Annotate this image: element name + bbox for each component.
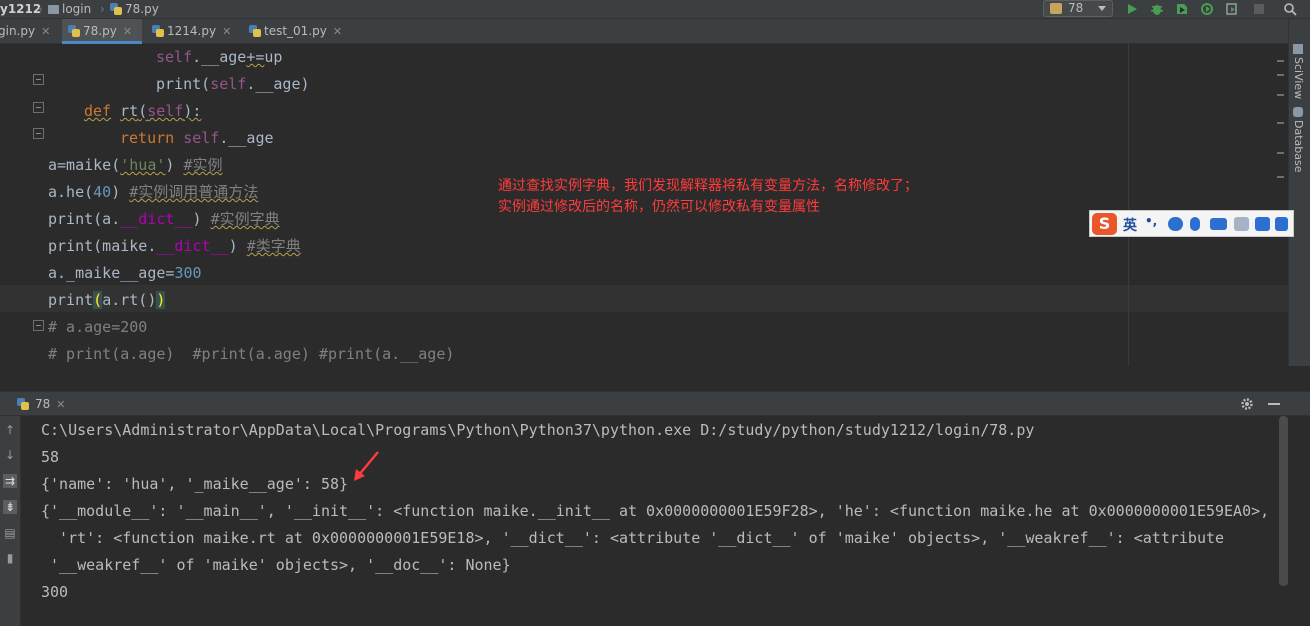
breadcrumb-file[interactable]: 78.py: [110, 2, 159, 16]
close-icon[interactable]: ✕: [123, 25, 132, 38]
skin-icon[interactable]: [1255, 217, 1270, 231]
stop-icon[interactable]: [1251, 1, 1267, 17]
close-icon[interactable]: ✕: [41, 25, 50, 38]
console-line: {'__module__': '__main__', '__init__': <…: [41, 502, 1270, 520]
search-icon[interactable]: [1282, 1, 1298, 17]
run-toolbar: ↑ ↓ ⇉ ⇟ ▤ ▮: [0, 416, 21, 626]
database-tool-button[interactable]: Database: [1292, 107, 1305, 173]
concurrency-icon[interactable]: [1224, 1, 1240, 17]
sciview-icon: [1293, 44, 1303, 54]
right-margin-guide: [1128, 44, 1129, 366]
tab-1214[interactable]: 1214.py ✕: [146, 19, 234, 44]
code-line: # print(a.age) #print(a.age) #print(a.__…: [48, 345, 455, 363]
editor-tab-bar: gin.py ✕ 78.py ✕ 1214.py ✕ test_01.py ✕: [0, 19, 1288, 44]
breadcrumb-folder[interactable]: login: [48, 2, 91, 16]
run-with-coverage-icon[interactable]: [1174, 1, 1190, 17]
breadcrumb-project[interactable]: y1212: [0, 2, 41, 16]
scroll-marker: [1277, 74, 1284, 76]
close-icon[interactable]: ✕: [56, 398, 65, 411]
sogou-logo-icon[interactable]: S: [1092, 213, 1117, 235]
code-line: a._maike__age=300: [48, 264, 202, 282]
annotation-text: 通过查找实例字典，我们发现解释器将私有变量方法，名称修改了； 实例通过修改后的名称…: [498, 178, 918, 215]
console-line: 'rt': <function maike.rt at 0x0000000001…: [41, 529, 1225, 547]
breadcrumb-separator: ›: [38, 2, 43, 16]
close-icon[interactable]: ✕: [333, 25, 342, 38]
fold-marker-icon[interactable]: [33, 128, 44, 139]
fold-marker-icon[interactable]: [33, 74, 44, 85]
tab-test-01[interactable]: test_01.py ✕: [243, 19, 343, 44]
code-line: self.__age+=up: [156, 48, 283, 66]
ime-language-toggle[interactable]: 英: [1123, 215, 1137, 235]
console-line: C:\Users\Administrator\AppData\Local\Pro…: [41, 421, 1035, 439]
run-tab[interactable]: 78 ✕: [15, 392, 66, 416]
console-output[interactable]: C:\Users\Administrator\AppData\Local\Pro…: [22, 416, 1277, 626]
python-file-icon: [249, 25, 261, 37]
run-configuration-select[interactable]: 78: [1043, 0, 1113, 17]
scroll-marker: [1277, 94, 1284, 96]
database-icon: [1293, 107, 1303, 117]
microphone-icon[interactable]: [1190, 217, 1200, 231]
folder-icon: [48, 5, 59, 14]
user-icon[interactable]: [1234, 217, 1249, 231]
ime-toolbar[interactable]: S 英 •,: [1089, 210, 1294, 237]
soft-wrap-icon[interactable]: ⇉: [3, 474, 17, 488]
right-tool-window-strip: SciView Database: [1288, 19, 1310, 394]
python-file-icon: [152, 25, 164, 37]
code-editor[interactable]: self.__age+=up print(self.__age) def rt(…: [0, 44, 1288, 366]
emoji-icon[interactable]: [1168, 217, 1183, 231]
scroll-to-end-icon[interactable]: ⇟: [3, 500, 17, 514]
code-line: return self.__age: [120, 129, 274, 147]
scroll-marker: [1277, 122, 1284, 124]
python-file-icon: [110, 3, 122, 15]
profile-icon[interactable]: [1199, 1, 1215, 17]
code-line: def rt(self):: [84, 102, 202, 120]
python-run-icon: [17, 398, 29, 410]
arrow-up-icon[interactable]: ↑: [3, 423, 17, 437]
run-icon[interactable]: [1124, 1, 1140, 17]
fold-marker-icon[interactable]: [33, 320, 44, 331]
minimize-icon[interactable]: [1268, 403, 1280, 405]
scroll-marker: [1277, 176, 1284, 178]
close-icon[interactable]: ✕: [222, 25, 231, 38]
ime-punctuation-toggle[interactable]: •,: [1145, 214, 1157, 228]
print-icon[interactable]: ▤: [3, 526, 17, 540]
red-arrow-annotation: [354, 451, 379, 481]
chevron-down-icon: [1098, 6, 1106, 11]
console-line: '__weakref__' of 'maike' objects>, '__do…: [41, 556, 511, 574]
code-line: # a.age=200: [48, 318, 148, 336]
breadcrumb-separator: ›: [100, 2, 105, 16]
python-file-icon: [68, 25, 80, 37]
tab-78[interactable]: 78.py ✕: [62, 19, 142, 44]
keyboard-icon[interactable]: [1210, 218, 1227, 230]
code-line-current: print(a.rt()): [48, 291, 166, 309]
gear-icon[interactable]: [1240, 397, 1254, 411]
code-line: a.he(40) #实例调用普通方法: [48, 183, 259, 201]
run-panel-header: 78 ✕: [0, 391, 1310, 416]
sciview-tool-button[interactable]: SciView: [1292, 44, 1305, 99]
code-line: print(a.__dict__) #实例字典: [48, 210, 280, 228]
fold-marker-icon[interactable]: [33, 102, 44, 113]
current-line-highlight: [0, 285, 1288, 312]
toolbox-icon[interactable]: [1275, 217, 1288, 231]
console-line: 300: [41, 583, 69, 601]
python-config-icon: [1050, 3, 1062, 14]
code-line: print(maike.__dict__) #类字典: [48, 237, 301, 255]
panel-splitter[interactable]: [0, 366, 1310, 391]
trash-icon[interactable]: ▮: [3, 551, 17, 565]
scroll-marker: [1277, 60, 1284, 62]
tab-login[interactable]: gin.py ✕: [0, 19, 60, 44]
debug-icon[interactable]: [1149, 1, 1165, 17]
code-line: a=maike('hua') #实例: [48, 156, 223, 174]
console-scrollbar[interactable]: [1279, 416, 1288, 586]
code-line: print(self.__age): [156, 75, 310, 93]
scroll-marker: [1277, 152, 1284, 154]
navigation-bar: y1212 › login › 78.py 78: [0, 0, 1310, 19]
console-line: {'name': 'hua', '_maike__age': 58}: [41, 475, 349, 493]
arrow-down-icon[interactable]: ↓: [3, 448, 17, 462]
console-line: 58: [41, 448, 60, 466]
